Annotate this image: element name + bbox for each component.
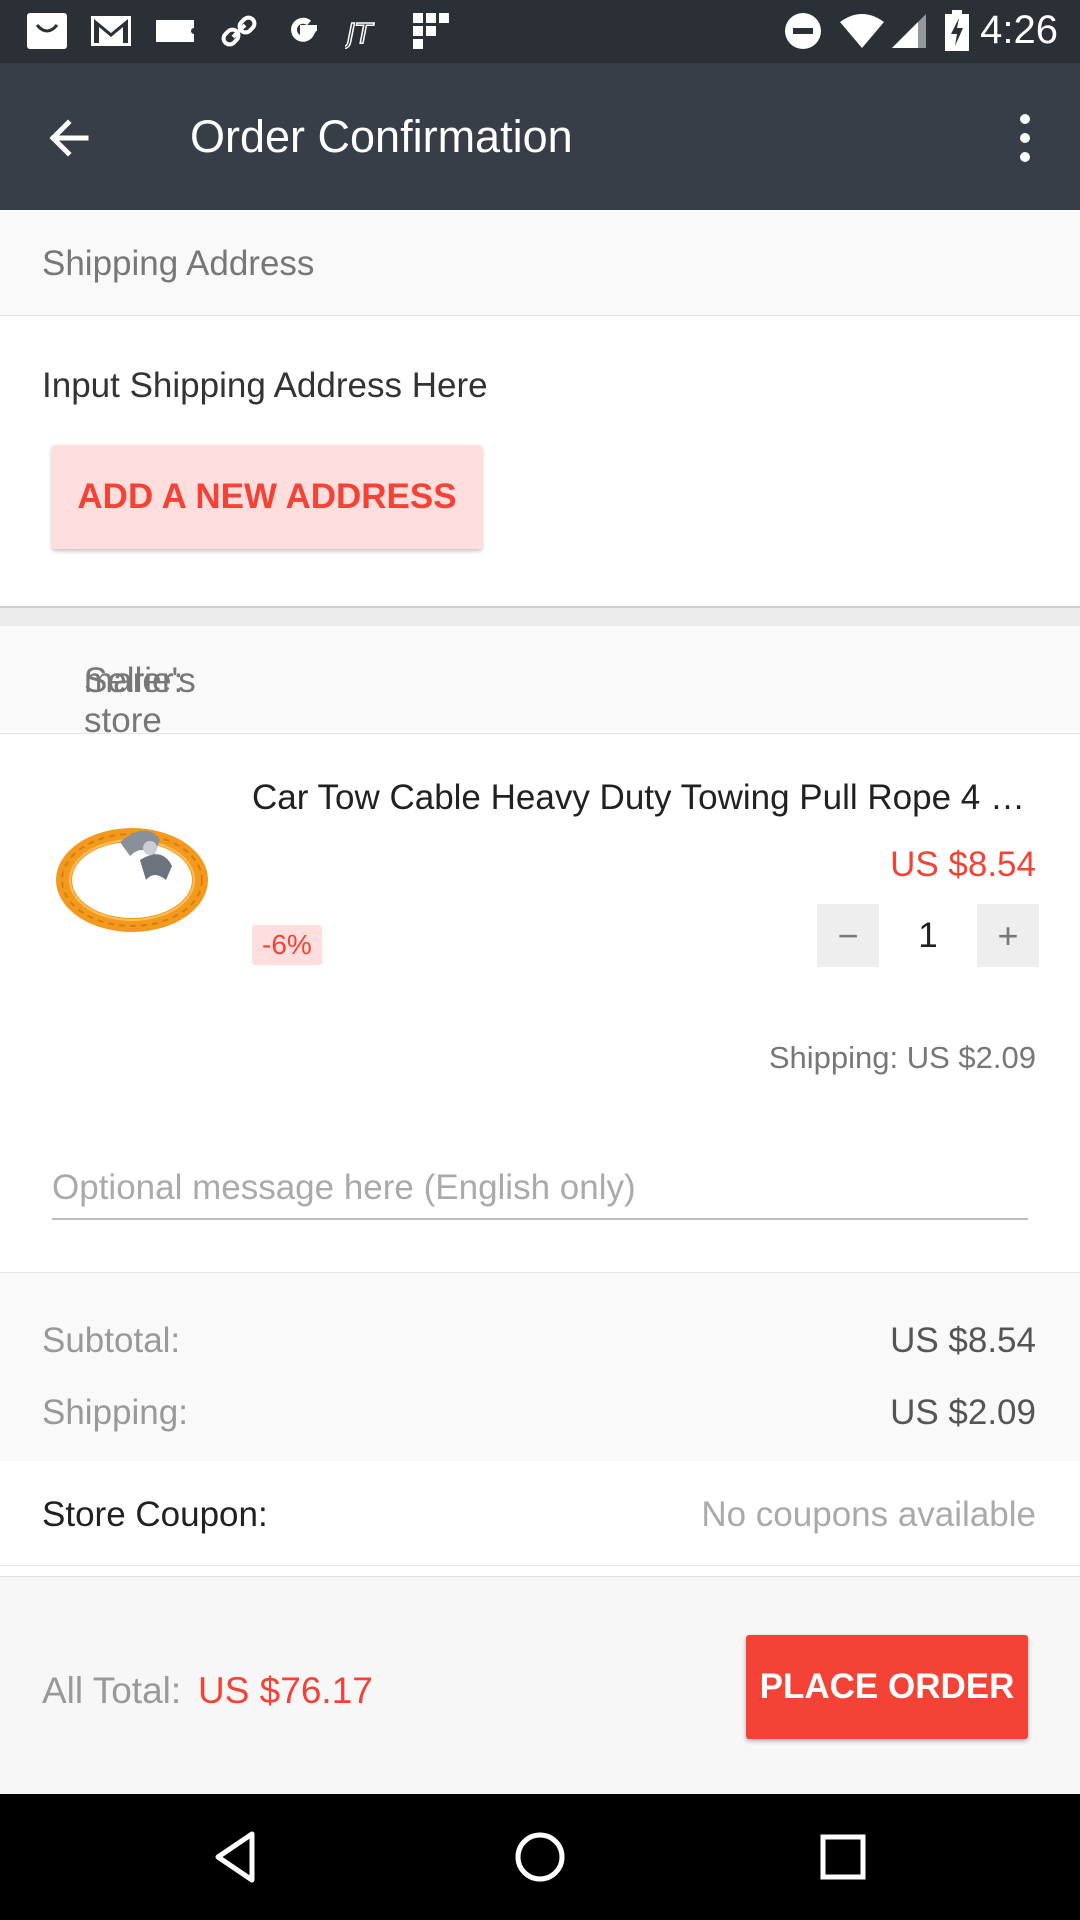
product-image[interactable] bbox=[50, 780, 220, 950]
total-value: US $76.17 bbox=[198, 1670, 373, 1711]
more-vert-icon bbox=[1020, 114, 1030, 162]
arrow-back-icon bbox=[49, 119, 89, 157]
circle-home-icon bbox=[515, 1832, 565, 1882]
gmail-icon bbox=[88, 10, 134, 52]
seller-header: Seller: marie's store bbox=[0, 626, 1080, 740]
back-button[interactable] bbox=[36, 103, 106, 173]
ticket-icon bbox=[152, 10, 198, 52]
product-price: US $8.54 bbox=[890, 845, 1036, 884]
quantity-stepper: − 1 + bbox=[817, 904, 1039, 967]
battery-charging-icon bbox=[944, 9, 970, 52]
shipping-label: Shipping: bbox=[42, 1393, 188, 1432]
shipping-address-label: Shipping Address bbox=[42, 244, 315, 283]
wifi-icon bbox=[838, 12, 886, 50]
seller-name[interactable]: marie's store bbox=[84, 661, 196, 741]
jt-icon: JT bbox=[344, 10, 390, 52]
subtotal-label: Subtotal: bbox=[42, 1321, 181, 1360]
product-title[interactable]: Car Tow Cable Heavy Duty Towing Pull Rop… bbox=[252, 778, 1032, 818]
nav-home-button[interactable] bbox=[505, 1822, 575, 1892]
nav-recents-button[interactable] bbox=[808, 1822, 878, 1892]
seller-info: Seller: marie's store bbox=[42, 661, 196, 740]
page-title: Order Confirmation bbox=[190, 111, 573, 162]
system-status: 4:26 bbox=[784, 8, 1058, 53]
quantity-increase-button[interactable]: + bbox=[977, 904, 1039, 967]
nav-back-button[interactable] bbox=[202, 1822, 272, 1892]
discount-badge: -6% bbox=[252, 925, 322, 965]
dnd-icon bbox=[784, 12, 822, 50]
shipping-address-header: Shipping Address bbox=[0, 210, 1080, 316]
product-shipping: Shipping: US $2.09 bbox=[768, 1040, 1036, 1075]
address-section: Input Shipping Address Here ADD A NEW AD… bbox=[0, 316, 1080, 608]
triangle-back-icon bbox=[215, 1831, 255, 1883]
store-coupon-label: Store Coupon: bbox=[42, 1495, 268, 1534]
address-hint: Input Shipping Address Here bbox=[42, 366, 488, 405]
link-icon bbox=[216, 10, 262, 52]
notification-icons: JT bbox=[24, 10, 472, 52]
more-options-button[interactable] bbox=[990, 103, 1060, 173]
seller-message-input[interactable] bbox=[52, 1158, 1028, 1220]
order-summary: Subtotal: US $8.54 Shipping: US $2.09 bbox=[0, 1272, 1080, 1462]
place-order-button[interactable]: PLACE ORDER bbox=[746, 1635, 1028, 1739]
svg-text:JT: JT bbox=[345, 17, 374, 49]
clock: 4:26 bbox=[980, 8, 1058, 52]
grid-app-icon bbox=[408, 10, 454, 52]
signal-icon bbox=[890, 12, 928, 50]
section-divider bbox=[0, 608, 1080, 626]
google-icon bbox=[280, 10, 326, 52]
square-recents-icon bbox=[820, 1834, 866, 1880]
shipping-value: US $2.09 bbox=[890, 1393, 1036, 1432]
smile-bag-icon bbox=[24, 10, 70, 52]
status-bar: JT 4:26 bbox=[0, 0, 1080, 63]
add-new-address-button[interactable]: ADD A NEW ADDRESS bbox=[52, 445, 482, 549]
store-coupon-value: No coupons available bbox=[701, 1495, 1036, 1534]
checkout-bar: All Total: US $76.17 PLACE ORDER bbox=[0, 1576, 1080, 1795]
app-bar: Order Confirmation bbox=[0, 63, 1080, 210]
system-navigation-bar bbox=[0, 1794, 1080, 1920]
subtotal-value: US $8.54 bbox=[890, 1321, 1036, 1360]
total-label: All Total: bbox=[42, 1670, 182, 1711]
store-coupon-row[interactable]: Store Coupon: No coupons available bbox=[0, 1461, 1080, 1566]
quantity-decrease-button[interactable]: − bbox=[817, 904, 879, 967]
quantity-value: 1 bbox=[918, 915, 938, 955]
